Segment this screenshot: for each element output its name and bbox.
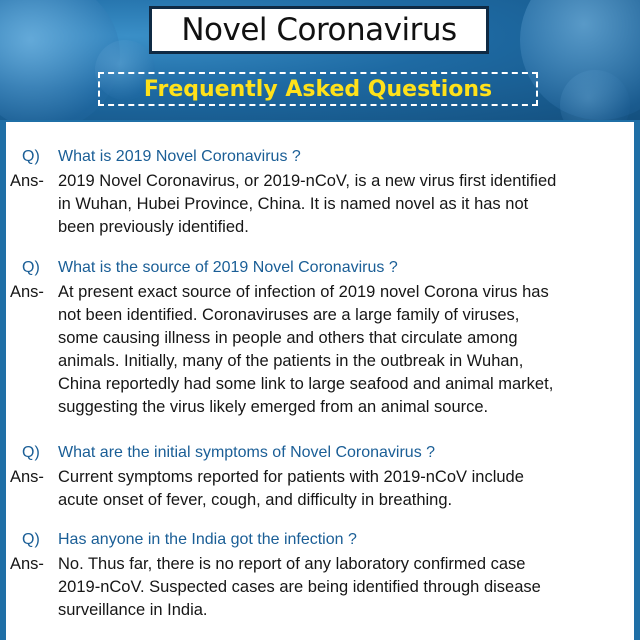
answer-row: Ans- At present exact source of infectio… — [6, 281, 634, 419]
header-banner: Novel Coronavirus Frequently Asked Quest… — [0, 0, 640, 120]
title-box: Novel Coronavirus — [149, 6, 489, 54]
answer-line: not been identified. Coronaviruses are a… — [58, 306, 520, 324]
subtitle-box: Frequently Asked Questions — [98, 72, 538, 106]
answer-line: 2019-nCoV. Suspected cases are being ide… — [58, 578, 541, 596]
answer-line: in Wuhan, Hubei Province, China. It is n… — [58, 195, 529, 213]
question-text: What is the source of 2019 Novel Coronav… — [58, 259, 398, 276]
answer-row: Ans- No. Thus far, there is no report of… — [6, 553, 634, 622]
answer-marker: Ans- — [10, 172, 44, 190]
faq-item: Q) What is the source of 2019 Novel Coro… — [6, 255, 634, 419]
page-title: Novel Coronavirus — [181, 12, 457, 48]
answer-text: Current symptoms reported for patients w… — [58, 466, 618, 512]
question-marker: Q) — [22, 259, 40, 276]
answer-text: At present exact source of infection of … — [58, 281, 618, 419]
answer-marker: Ans- — [10, 468, 44, 486]
question-row: Q) Has anyone in the India got the infec… — [6, 527, 634, 553]
answer-line: surveillance in India. — [58, 601, 208, 619]
answer-text: No. Thus far, there is no report of any … — [58, 553, 618, 622]
question-marker: Q) — [22, 531, 40, 548]
question-marker: Q) — [22, 148, 40, 165]
question-text: What is 2019 Novel Coronavirus ? — [58, 148, 301, 165]
answer-line: suggesting the virus likely emerged from… — [58, 398, 489, 416]
answer-line: At present exact source of infection of … — [58, 283, 549, 301]
answer-line: No. Thus far, there is no report of any … — [58, 555, 526, 573]
question-marker: Q) — [22, 444, 40, 461]
faq-item: Q) What are the initial symptoms of Nove… — [6, 440, 634, 512]
answer-line: 2019 Novel Coronavirus, or 2019-nCoV, is… — [58, 172, 557, 190]
answer-text: 2019 Novel Coronavirus, or 2019-nCoV, is… — [58, 170, 618, 239]
answer-row: Ans- Current symptoms reported for patie… — [6, 466, 634, 512]
answer-line: some causing illness in people and other… — [58, 329, 518, 347]
answer-line: Current symptoms reported for patients w… — [58, 468, 524, 486]
faq-item: Q) Has anyone in the India got the infec… — [6, 527, 634, 622]
faq-item: Q) What is 2019 Novel Coronavirus ? Ans-… — [6, 144, 634, 239]
question-row: Q) What is 2019 Novel Coronavirus ? — [6, 144, 634, 170]
answer-line: China reportedly had some link to large … — [58, 375, 554, 393]
answer-marker: Ans- — [10, 555, 44, 573]
question-row: Q) What is the source of 2019 Novel Coro… — [6, 255, 634, 281]
question-text: What are the initial symptoms of Novel C… — [58, 444, 436, 461]
answer-line: been previously identified. — [58, 218, 249, 236]
question-row: Q) What are the initial symptoms of Nove… — [6, 440, 634, 466]
answer-row: Ans- 2019 Novel Coronavirus, or 2019-nCo… — [6, 170, 634, 239]
answer-line: animals. Initially, many of the patients… — [58, 352, 524, 370]
question-text: Has anyone in the India got the infectio… — [58, 531, 357, 548]
answer-line: acute onset of fever, cough, and difficu… — [58, 491, 453, 509]
answer-marker: Ans- — [10, 283, 44, 301]
page-subtitle: Frequently Asked Questions — [143, 76, 493, 102]
faq-panel: Q) What is 2019 Novel Coronavirus ? Ans-… — [6, 122, 634, 640]
